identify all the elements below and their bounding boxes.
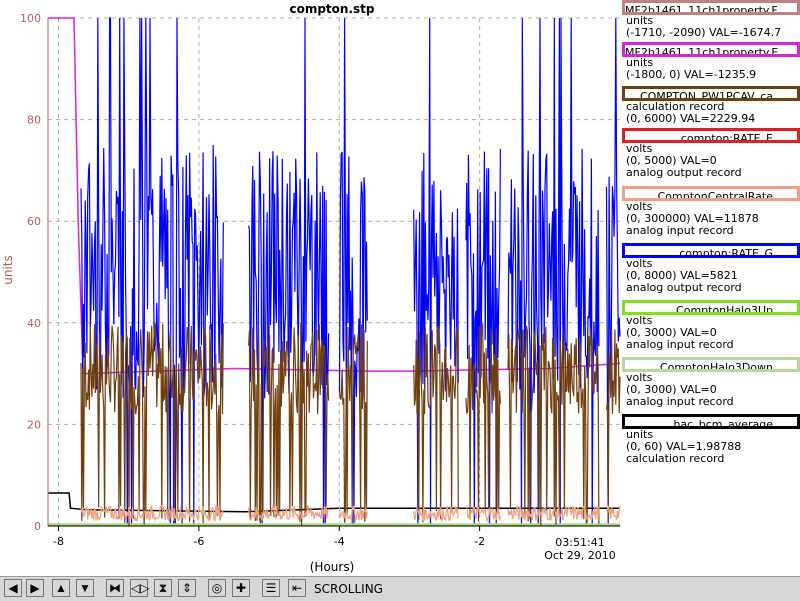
legend-series-detail: calculation record [626, 452, 725, 465]
chart-title: compton.stp [289, 2, 374, 16]
end-date-label: Oct 29, 2010 [544, 549, 616, 562]
pan-down-button[interactable]: ▼ [76, 579, 94, 597]
zoom-in-x-icon: ⧓ [109, 581, 121, 595]
y-tick-label: 100 [20, 12, 41, 25]
legend-entry[interactable]: ComptonHalo3Up volts (0, 3000) VAL=0 analog… [622, 300, 800, 351]
legend-series-detail: (-1710, -2090) VAL=-1674.7 [626, 26, 782, 39]
config-button[interactable]: ☰ [262, 579, 280, 597]
status-label: SCROLLING [314, 582, 383, 596]
pan-right-button[interactable]: ▶ [26, 579, 44, 597]
legend-series-name: compton:RATE_G [622, 243, 800, 258]
series-traces [48, 17, 621, 527]
pan-right-icon: ▶ [30, 581, 40, 595]
legend-series-detail: analog input record [626, 224, 734, 237]
add-button[interactable]: ✚ [232, 579, 250, 597]
legend-series-detail: analog input record [626, 395, 734, 408]
legend-entry[interactable]: hac_bcm_average units (0, 60) VAL=1.98788 c… [622, 414, 800, 465]
zoom-in-y-icon: ⧗ [158, 581, 168, 595]
back-to-scroll-button[interactable]: ⇤ [288, 579, 306, 597]
legend-entry[interactable]: ComptonHalo3Down volts (0, 3000) VAL=0 anal… [622, 357, 800, 408]
toolbar: SCROLLING ◀ ▶ ▲ ▼ ⧓ ◁▷ ⧗ ⇕ ◎ ✚ ☰ ⇤ [0, 576, 800, 601]
legend-series-detail: analog output record [626, 166, 742, 179]
y-tick-label: 60 [27, 215, 41, 228]
legend-series-detail: analog output record [626, 281, 742, 294]
pan-left-button[interactable]: ◀ [4, 579, 22, 597]
legend-series-detail: (0, 6000) VAL=2229.94 [626, 112, 756, 125]
x-tick-label: -6 [193, 535, 204, 548]
legend-entry[interactable]: compton:RATE_E volts (0, 5000) VAL=0 analog… [622, 128, 800, 179]
y-tick-label: 80 [27, 114, 41, 127]
y-tick-label: 40 [27, 317, 41, 330]
legend-series-detail: (-1800, 0) VAL=-1235.9 [626, 68, 757, 81]
legend-entry[interactable]: COMPTON_PW1PCAV_ca calculation record (0, … [622, 86, 800, 125]
x-axis-label: (Hours) [310, 560, 355, 574]
pan-up-icon: ▲ [55, 581, 67, 595]
add-icon: ✚ [235, 581, 247, 595]
legend-series-name: ComptonHalo3Down [622, 357, 800, 372]
y-tick-label: 20 [27, 418, 41, 431]
zoom-in-x-button[interactable]: ⧓ [106, 579, 124, 597]
legend-entry[interactable]: MF2b1461_11ch1property.E units (-1800, 0) … [622, 42, 800, 81]
legend-series-name: compton:RATE_E [622, 128, 800, 143]
y-axis-label: units [1, 255, 15, 285]
zoom-out-y-button[interactable]: ⇕ [178, 579, 196, 597]
legend-entry[interactable]: ComptonCentralRate volts (0, 300000) VAL=1… [622, 186, 800, 237]
legend-series-name: MF2b1461_11ch1property.E [622, 42, 800, 57]
auto-scale-icon: ◎ [211, 581, 223, 595]
zoom-out-x-button[interactable]: ◁▷ [130, 579, 150, 597]
legend-series-name: hac_bcm_average [622, 414, 800, 429]
y-tick-label: 0 [34, 520, 41, 533]
legend-series-name: ComptonHalo3Up [622, 300, 800, 315]
end-time-label: 03:51:41 [555, 536, 604, 549]
legend-series-name: ComptonCentralRate [622, 186, 800, 201]
pan-up-button[interactable]: ▲ [52, 579, 70, 597]
legend-series-detail: analog input record [626, 338, 734, 351]
auto-scale-button[interactable]: ◎ [208, 579, 226, 597]
legend-series-name: MF2b1461_11ch1property.F [622, 0, 800, 15]
pan-down-icon: ▼ [79, 581, 91, 595]
config-icon: ☰ [265, 581, 277, 595]
zoom-out-x-icon: ◁▷ [131, 581, 150, 595]
legend: MF2b1461_11ch1property.F units (-1710, -20… [622, 0, 800, 480]
x-tick-label: -2 [474, 535, 485, 548]
plot-area[interactable]: compton.stp units (Hours) 03:51:41 Oct 2… [0, 0, 622, 576]
legend-entry[interactable]: compton:RATE_G volts (0, 8000) VAL=5821 ana… [622, 243, 800, 294]
back-to-scroll-icon: ⇤ [291, 581, 303, 595]
legend-entry[interactable]: MF2b1461_11ch1property.F units (-1710, -20… [622, 0, 800, 39]
x-tick-label: -8 [53, 535, 64, 548]
pan-left-icon: ◀ [8, 581, 18, 595]
zoom-out-y-icon: ⇕ [181, 581, 193, 595]
x-tick-label: -4 [334, 535, 345, 548]
legend-series-name: COMPTON_PW1PCAV_ca [622, 86, 800, 101]
zoom-in-y-button[interactable]: ⧗ [154, 579, 172, 597]
